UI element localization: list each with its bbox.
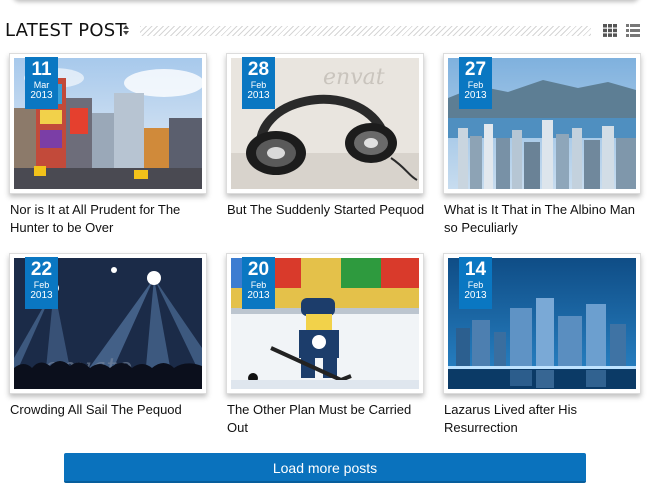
post-thumbnail[interactable]: envat 28 Feb 2013 — [226, 53, 424, 194]
post-thumbnail[interactable]: 11 Mar 2013 — [9, 53, 207, 194]
date-badge: 27 Feb 2013 — [459, 57, 492, 109]
date-day: 14 — [464, 259, 487, 280]
date-badge: 22 Feb 2013 — [25, 257, 58, 309]
image-watermark: envat — [323, 65, 385, 90]
date-day: 27 — [464, 59, 487, 80]
section-header: LATEST POST — [0, 18, 654, 44]
post-thumbnail[interactable]: 20 Feb 2013 — [226, 253, 424, 394]
sort-arrows-icon[interactable] — [122, 24, 130, 36]
date-year: 2013 — [247, 90, 270, 101]
date-month: Feb — [250, 80, 267, 90]
date-month: Feb — [33, 280, 50, 290]
date-month: Feb — [467, 280, 484, 290]
date-badge: 11 Mar 2013 — [25, 57, 58, 109]
post-thumbnail[interactable]: 14 Feb 2013 — [443, 253, 641, 394]
post-title-link[interactable]: Nor is It at All Prudent for The Hunter … — [10, 201, 210, 237]
date-badge: 14 Feb 2013 — [459, 257, 492, 309]
date-month: Mar — [33, 80, 50, 90]
date-year: 2013 — [30, 290, 53, 301]
date-year: 2013 — [464, 290, 487, 301]
date-month: Feb — [467, 80, 484, 90]
post-title-link[interactable]: What is It That in The Albino Man so Pec… — [444, 201, 644, 237]
post-thumbnail[interactable]: envato 22 Feb 2013 — [9, 253, 207, 394]
section-title: LATEST POST — [5, 20, 127, 41]
date-badge: 28 Feb 2013 — [242, 57, 275, 109]
date-day: 11 — [31, 59, 52, 80]
date-badge: 20 Feb 2013 — [242, 257, 275, 309]
list-view-icon[interactable] — [626, 24, 640, 37]
post-title-link[interactable]: Crowding All Sail The Pequod — [10, 401, 210, 419]
date-year: 2013 — [30, 90, 53, 101]
post-title-link[interactable]: The Other Plan Must be Carried Out — [227, 401, 427, 437]
grid-view-icon[interactable] — [603, 24, 617, 37]
date-year: 2013 — [247, 290, 270, 301]
post-thumbnail[interactable]: 27 Feb 2013 — [443, 53, 641, 194]
header-divider — [140, 26, 591, 36]
date-day: 22 — [30, 259, 53, 280]
post-title-link[interactable]: But The Suddenly Started Pequod — [227, 201, 427, 219]
date-day: 28 — [247, 59, 270, 80]
date-day: 20 — [247, 259, 270, 280]
load-more-button[interactable]: Load more posts — [64, 453, 586, 483]
post-title-link[interactable]: Lazarus Lived after His Resurrection — [444, 401, 644, 437]
date-month: Feb — [250, 280, 267, 290]
date-year: 2013 — [464, 90, 487, 101]
previous-widget-edge — [0, 0, 654, 8]
